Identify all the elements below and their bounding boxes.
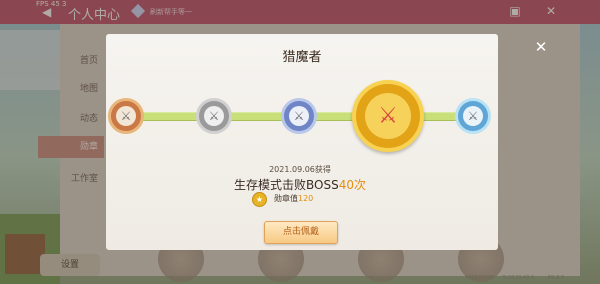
obtained-date: 2021.09.06获得 [269, 165, 331, 174]
medal-tier-3[interactable]: ⚔ [281, 98, 317, 134]
description-text: 生存模式击败BOSS [234, 178, 339, 192]
sword-icon: ⚔ [120, 109, 132, 123]
medal-tier-1[interactable]: ⚔ [108, 98, 144, 134]
sword-icon: ⚔ [378, 103, 398, 129]
sword-icon: ⚔ [208, 109, 220, 123]
boss-kill-count: 40次 [338, 178, 366, 192]
medal-description: 生存模式击败BOSS40次 [0, 176, 600, 193]
medal-value-number: 120 [298, 194, 314, 203]
sword-icon: ⚔ [467, 109, 479, 123]
medal-value-label: 勋章值120 [274, 194, 314, 203]
sword-icon: ⚔ [293, 109, 305, 123]
medal-tier-5[interactable]: ⚔ [455, 98, 491, 134]
wear-medal-button[interactable]: 点击佩戴 [264, 221, 338, 244]
close-icon[interactable]: ✕ [533, 39, 549, 55]
medal-coin-icon: ★ [252, 192, 267, 207]
medal-detail-modal: 猎魔者 [106, 34, 498, 250]
medal-tier-4-selected[interactable]: ⚔ [352, 80, 424, 152]
medal-tier-2[interactable]: ⚔ [196, 98, 232, 134]
medal-title: 猎魔者 [282, 50, 322, 65]
